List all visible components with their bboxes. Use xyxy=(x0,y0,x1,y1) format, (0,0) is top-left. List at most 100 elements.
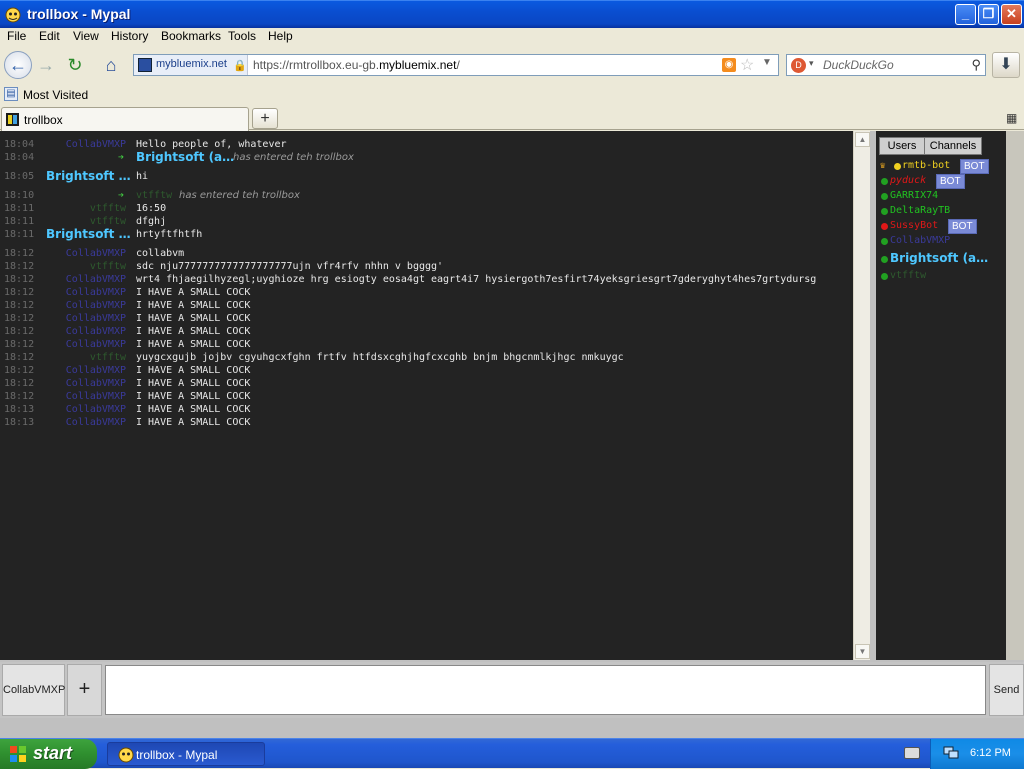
reload-button[interactable]: ↻ xyxy=(62,52,88,78)
menu-tools[interactable]: Tools xyxy=(228,29,256,43)
url-domain: mybluemix.net xyxy=(379,58,457,72)
network-icon[interactable] xyxy=(943,746,959,760)
message-nick[interactable]: CollabVMXP xyxy=(30,139,126,150)
message-nick[interactable]: CollabVMXP xyxy=(30,404,126,415)
message-timestamp: 18:11 xyxy=(4,229,35,240)
message-timestamp: 18:10 xyxy=(4,190,35,201)
url-prefix: https://rmtrollbox.eu-gb. xyxy=(253,58,380,72)
message-text: hi xyxy=(136,171,149,182)
message-nick[interactable]: vtfftw xyxy=(30,203,126,214)
site-identity-box[interactable]: mybluemix.net 🔒 xyxy=(134,55,248,75)
chat-message: 18:12 CollabVMXP collabvm xyxy=(0,248,853,261)
nickname-button[interactable]: CollabVMXP xyxy=(2,664,65,716)
list-all-tabs-icon[interactable]: ▦ xyxy=(1006,111,1017,125)
joined-user-name[interactable]: Brightsoft (a… xyxy=(136,150,234,164)
message-nick[interactable]: CollabVMXP xyxy=(30,287,126,298)
page-content: 18:04 CollabVMXP Hello people of, whatever… xyxy=(0,131,1024,738)
identity-domain: mybluemix.net xyxy=(156,58,227,70)
window-title: trollbox - Mypal xyxy=(27,6,131,22)
back-button[interactable]: ← xyxy=(4,51,32,79)
plus-icon: + xyxy=(260,110,270,127)
chat-message: 18:12 CollabVMXP I HAVE A SMALL COCK xyxy=(0,378,853,391)
chat-scrollbar[interactable]: ▲ ▼ xyxy=(853,131,870,660)
message-nick[interactable]: CollabVMXP xyxy=(30,274,126,285)
clock[interactable]: 6:12 PM xyxy=(970,747,1011,759)
message-nick[interactable]: Brightsoft … xyxy=(46,227,131,241)
home-button[interactable]: ⌂ xyxy=(98,52,124,78)
restore-button[interactable]: ❐ xyxy=(978,4,999,25)
user-list-item[interactable]: DeltaRayTB xyxy=(880,205,1004,219)
sidebar-scroll-area xyxy=(1006,131,1024,660)
tab-users[interactable]: Users xyxy=(879,137,925,155)
chat-message: 18:13 CollabVMXP I HAVE A SMALL COCK xyxy=(0,404,853,417)
bookmark-star-icon[interactable]: ☆ xyxy=(740,55,754,75)
message-nick[interactable]: CollabVMXP xyxy=(30,248,126,259)
minimize-button[interactable]: _ xyxy=(955,4,976,25)
search-bar[interactable]: D ▾ DuckDuckGo ⚲ xyxy=(786,54,986,76)
menu-view[interactable]: View xyxy=(73,29,99,43)
menu-help[interactable]: Help xyxy=(268,29,293,43)
send-button[interactable]: Send xyxy=(989,664,1024,716)
status-dot-icon xyxy=(881,256,888,263)
new-tab-button[interactable]: + xyxy=(252,108,278,129)
message-nick[interactable]: CollabVMXP xyxy=(30,313,126,324)
chat-message: 18:12 CollabVMXP I HAVE A SMALL COCK xyxy=(0,300,853,313)
message-nick[interactable]: CollabVMXP xyxy=(30,365,126,376)
message-text: 16:50 xyxy=(136,203,167,214)
user-name: GARRIX74 xyxy=(890,190,939,201)
message-nick[interactable]: CollabVMXP xyxy=(30,391,126,402)
message-input[interactable] xyxy=(105,665,986,715)
scroll-down-icon[interactable]: ▼ xyxy=(855,644,870,659)
user-list-item[interactable]: GARRIX74 xyxy=(880,190,1004,204)
message-nick[interactable]: CollabVMXP xyxy=(30,300,126,311)
chevron-down-icon[interactable]: ▼ xyxy=(762,57,772,68)
message-nick[interactable]: vtfftw xyxy=(30,352,126,363)
message-nick[interactable]: Brightsoft … xyxy=(46,169,131,183)
user-list-item[interactable]: CollabVMXP xyxy=(880,235,1004,249)
menu-edit[interactable]: Edit xyxy=(39,29,60,43)
joined-user-name[interactable]: vtfftw xyxy=(136,190,172,201)
message-nick[interactable]: CollabVMXP xyxy=(30,326,126,337)
most-visited-bookmark[interactable]: Most Visited xyxy=(23,88,88,102)
tab-channels[interactable]: Channels xyxy=(924,137,982,155)
add-button[interactable]: + xyxy=(67,664,102,716)
user-list-item[interactable]: pyduck BOT xyxy=(880,174,1004,189)
taskbar: start trollbox - Mypal 6:12 PM xyxy=(0,738,1024,769)
user-list-item[interactable]: ♛ rmtb-bot BOT xyxy=(880,159,1004,174)
tab-trollbox[interactable]: trollbox xyxy=(1,107,249,131)
downloads-button[interactable]: ⬇ xyxy=(992,52,1020,78)
start-button[interactable]: start xyxy=(0,739,97,769)
message-text: collabvm xyxy=(136,248,185,259)
duckduckgo-icon[interactable]: D xyxy=(791,58,806,73)
user-name: CollabVMXP xyxy=(890,235,951,246)
scroll-up-icon[interactable]: ▲ xyxy=(855,132,870,147)
message-nick[interactable]: vtfftw xyxy=(30,261,126,272)
close-button[interactable]: ✕ xyxy=(1001,4,1022,25)
menu-bookmarks[interactable]: Bookmarks xyxy=(161,29,221,43)
message-nick[interactable]: CollabVMXP xyxy=(30,378,126,389)
url-text[interactable]: https://rmtrollbox.eu-gb.mybluemix.net/ xyxy=(253,58,460,72)
message-text: I HAVE A SMALL COCK xyxy=(136,313,251,324)
message-timestamp: 18:04 xyxy=(4,152,35,163)
message-text: I HAVE A SMALL COCK xyxy=(136,378,251,389)
message-nick[interactable]: CollabVMXP xyxy=(30,417,126,428)
message-nick[interactable]: vtfftw xyxy=(30,216,126,227)
arrow-right-icon: → xyxy=(37,55,55,75)
folder-icon: ▤ xyxy=(4,87,18,101)
user-list-item[interactable]: vtfftw xyxy=(880,270,1004,284)
user-list-item[interactable]: SussyBot BOT xyxy=(880,219,1004,234)
rss-icon[interactable]: ◉ xyxy=(722,58,736,72)
menu-history[interactable]: History xyxy=(111,29,148,43)
user-list-item[interactable]: Brightsoft (a… xyxy=(880,251,1004,267)
message-nick[interactable]: CollabVMXP xyxy=(30,339,126,350)
url-bar[interactable]: mybluemix.net 🔒 https://rmtrollbox.eu-gb… xyxy=(133,54,779,76)
keyboard-icon[interactable] xyxy=(904,747,920,759)
user-name: SussyBot xyxy=(890,220,939,231)
input-bar: CollabVMXP + Send xyxy=(0,662,1024,718)
message-timestamp: 18:05 xyxy=(4,171,35,182)
menu-file[interactable]: File xyxy=(7,29,26,43)
forward-button[interactable]: → xyxy=(33,52,59,78)
search-icon[interactable]: ⚲ xyxy=(971,57,981,73)
chevron-down-icon[interactable]: ▾ xyxy=(809,58,814,69)
taskbar-item-mypal[interactable]: trollbox - Mypal xyxy=(107,742,265,766)
